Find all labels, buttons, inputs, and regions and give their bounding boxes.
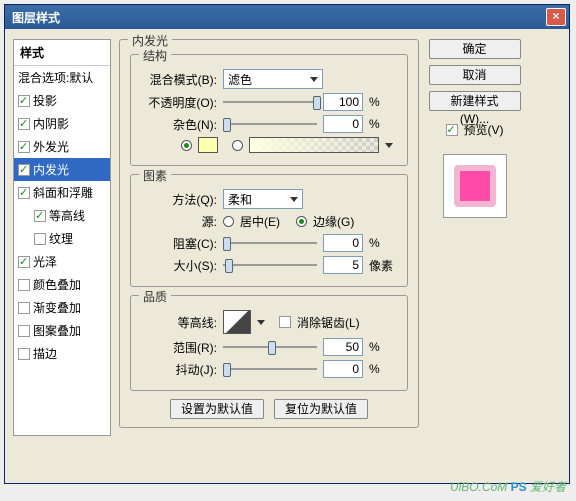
style-item-contour[interactable]: 等高线	[14, 204, 110, 227]
style-item-patternoverlay[interactable]: 图案叠加	[14, 319, 110, 342]
choke-input[interactable]: 0	[323, 234, 363, 252]
effect-preview	[443, 154, 507, 218]
quality-title: 品质	[139, 288, 171, 305]
contour-picker[interactable]	[223, 310, 251, 334]
antialias-checkbox[interactable]	[279, 316, 291, 328]
chevron-down-icon	[290, 197, 298, 202]
choke-label: 阻塞(C):	[141, 235, 217, 252]
quality-group: 品质 等高线: 消除锯齿(L) 范围(R): 50 %	[130, 295, 408, 391]
checkbox-icon[interactable]	[34, 210, 46, 222]
range-label: 范围(R):	[141, 339, 217, 356]
technique-label: 方法(Q):	[141, 191, 217, 208]
checkbox-icon[interactable]	[18, 164, 30, 176]
source-edge-label: 边缘(G)	[313, 213, 354, 230]
chevron-down-icon[interactable]	[385, 143, 393, 148]
color-radio[interactable]	[181, 140, 192, 151]
chevron-down-icon[interactable]	[257, 320, 265, 325]
blendmode-label: 混合模式(B):	[141, 71, 217, 88]
elements-group: 图素 方法(Q): 柔和 源: 居中(E) 边缘(G) 阻塞(C): 0	[130, 174, 408, 287]
checkbox-icon[interactable]	[18, 256, 30, 268]
style-item-texture[interactable]: 纹理	[14, 227, 110, 250]
style-item-satin[interactable]: 光泽	[14, 250, 110, 273]
layer-style-dialog: 图层样式 × 样式 混合选项:默认 投影 内阴影 外发光 内发光 斜面和浮雕 等…	[4, 4, 570, 484]
structure-title: 结构	[139, 47, 171, 64]
source-edge-radio[interactable]	[296, 216, 307, 227]
style-item-innershadow[interactable]: 内阴影	[14, 112, 110, 135]
range-slider[interactable]	[223, 339, 317, 355]
style-item-gradientoverlay[interactable]: 渐变叠加	[14, 296, 110, 319]
blendmode-combo[interactable]: 滤色	[223, 69, 323, 89]
unit-label: %	[369, 236, 397, 250]
opacity-label: 不透明度(O):	[141, 94, 217, 111]
style-list: 样式 混合选项:默认 投影 内阴影 外发光 内发光 斜面和浮雕 等高线 纹理 光…	[13, 39, 111, 436]
size-label: 大小(S):	[141, 257, 217, 274]
checkbox-icon[interactable]	[18, 279, 30, 291]
preview-checkbox[interactable]	[446, 124, 458, 136]
source-center-label: 居中(E)	[240, 213, 280, 230]
dialog-title: 图层样式	[8, 9, 60, 26]
checkbox-icon[interactable]	[18, 325, 30, 337]
size-slider[interactable]	[223, 257, 317, 273]
source-center-radio[interactable]	[223, 216, 234, 227]
checkbox-icon[interactable]	[18, 348, 30, 360]
chevron-down-icon	[310, 77, 318, 82]
watermark: UiBO.CoM PS 爱好者	[450, 478, 566, 495]
unit-label: %	[369, 117, 397, 131]
close-button[interactable]: ×	[546, 8, 566, 26]
style-item-innerglow[interactable]: 内发光	[14, 158, 110, 181]
size-input[interactable]: 5	[323, 256, 363, 274]
style-item-outerglow[interactable]: 外发光	[14, 135, 110, 158]
style-item-bevel[interactable]: 斜面和浮雕	[14, 181, 110, 204]
source-label: 源:	[141, 213, 217, 230]
set-default-button[interactable]: 设置为默认值	[170, 399, 264, 419]
contour-label: 等高线:	[141, 314, 217, 331]
noise-label: 杂色(N):	[141, 116, 217, 133]
style-item-stroke[interactable]: 描边	[14, 342, 110, 365]
reset-default-button[interactable]: 复位为默认值	[274, 399, 368, 419]
preview-label: 预览(V)	[464, 121, 504, 138]
checkbox-icon[interactable]	[18, 95, 30, 107]
checkbox-icon[interactable]	[18, 187, 30, 199]
unit-label: %	[369, 95, 397, 109]
ok-button[interactable]: 确定	[429, 39, 521, 59]
style-item-coloroverlay[interactable]: 颜色叠加	[14, 273, 110, 296]
opacity-input[interactable]: 100	[323, 93, 363, 111]
noise-input[interactable]: 0	[323, 115, 363, 133]
noise-slider[interactable]	[223, 116, 317, 132]
cancel-button[interactable]: 取消	[429, 65, 521, 85]
jitter-label: 抖动(J):	[141, 361, 217, 378]
unit-label: %	[369, 362, 397, 376]
color-swatch[interactable]	[198, 137, 218, 153]
blend-options-item[interactable]: 混合选项:默认	[14, 66, 110, 89]
elements-title: 图素	[139, 167, 171, 184]
style-list-header: 样式	[14, 40, 110, 66]
checkbox-icon[interactable]	[18, 141, 30, 153]
checkbox-icon[interactable]	[34, 233, 46, 245]
titlebar[interactable]: 图层样式 ×	[5, 5, 569, 29]
gradient-radio[interactable]	[232, 140, 243, 151]
antialias-label: 消除锯齿(L)	[297, 314, 360, 331]
choke-slider[interactable]	[223, 235, 317, 251]
checkbox-icon[interactable]	[18, 302, 30, 314]
main-group: 内发光 结构 混合模式(B): 滤色 不透明度(O): 100 % 杂色(N):	[119, 39, 419, 428]
checkbox-icon[interactable]	[18, 118, 30, 130]
jitter-slider[interactable]	[223, 361, 317, 377]
structure-group: 结构 混合模式(B): 滤色 不透明度(O): 100 % 杂色(N):	[130, 54, 408, 166]
style-item-shadow[interactable]: 投影	[14, 89, 110, 112]
gradient-preview[interactable]	[249, 137, 379, 153]
new-style-button[interactable]: 新建样式(W)...	[429, 91, 521, 111]
range-input[interactable]: 50	[323, 338, 363, 356]
unit-label: %	[369, 340, 397, 354]
unit-label: 像素	[369, 257, 397, 274]
jitter-input[interactable]: 0	[323, 360, 363, 378]
opacity-slider[interactable]	[223, 94, 317, 110]
technique-combo[interactable]: 柔和	[223, 189, 303, 209]
